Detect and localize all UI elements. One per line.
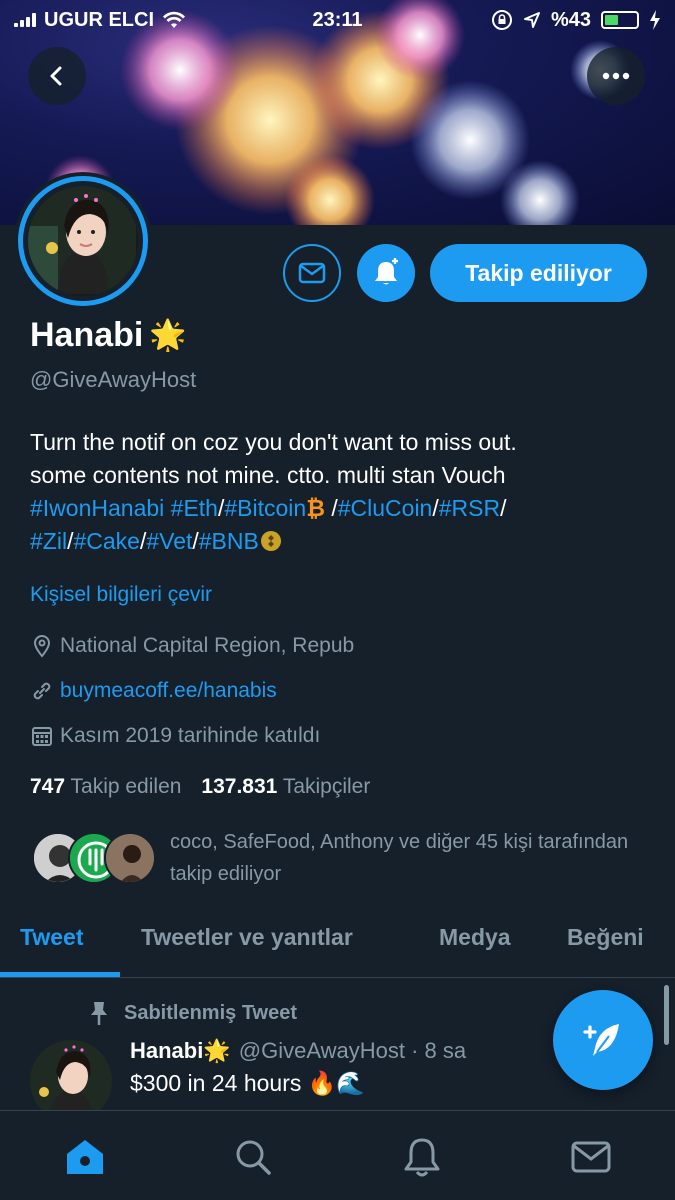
notifications-icon [404, 1138, 440, 1177]
hashtag-link[interactable]: #BNB [199, 528, 259, 554]
separator: / [500, 495, 507, 521]
location-arrow-icon [523, 12, 540, 28]
battery-icon [601, 11, 639, 29]
search-icon [236, 1140, 271, 1175]
calendar-icon [32, 727, 52, 746]
followers-count-link[interactable]: 137.831 Takipçiler [201, 775, 370, 799]
pinned-label-text: Sabitlenmiş Tweet [124, 1001, 298, 1024]
link-icon [33, 682, 51, 700]
home-icon [67, 1140, 103, 1174]
profile-handle: @GiveAwayHost [30, 367, 197, 392]
tweet-header: Hanabi🌟 @GiveAwayHost · 8 sa [130, 1038, 466, 1064]
tweet-handle-time: @GiveAwayHost · 8 sa [238, 1038, 467, 1063]
bio-line-1: Turn the notif on coz you don't want to … [30, 429, 517, 455]
bio-line-3: #IwonHanabi #Eth/#Bitcoin₿ /#CluCoin/#RS… [30, 492, 650, 525]
bio-line-4: #Zil/#Cake/#Vet/#BNB [30, 525, 650, 558]
compose-feather-icon [583, 1024, 619, 1056]
followers-label: Takipçiler [282, 775, 371, 798]
nav-notifications[interactable] [398, 1133, 446, 1181]
location-text: National Capital Region, Repub [60, 634, 355, 657]
avatar-photo [28, 186, 138, 296]
pinned-tweet-label: Sabitlenmiş Tweet [88, 1000, 297, 1026]
hashtag-link[interactable]: #RSR [439, 495, 500, 521]
following-button[interactable]: Takip ediliyor [430, 244, 647, 302]
profile-tabs: Tweet Tweetler ve yanıtlar Medya Beğeni [0, 910, 675, 978]
back-button[interactable] [28, 47, 86, 105]
tab-likes[interactable]: Beğeni [567, 910, 644, 978]
avatar-portrait-image [28, 186, 136, 294]
tab-tweets-and-replies[interactable]: Tweetler ve yanıtlar [141, 910, 353, 978]
glowing-star-emoji: 🌟 [149, 319, 187, 352]
nav-home[interactable] [61, 1133, 109, 1181]
signal-icon [14, 13, 36, 27]
charging-bolt-icon [650, 10, 660, 30]
nav-messages[interactable] [567, 1133, 615, 1181]
wifi-icon [163, 11, 185, 28]
hashtag-link[interactable]: #IwonHanabi [30, 495, 164, 521]
carrier-name: UGUR ELCI [44, 8, 154, 31]
following-count-link[interactable]: 747 Takip edilen [30, 775, 181, 799]
hashtag-link[interactable]: #Eth [171, 495, 218, 521]
profile-avatar[interactable] [14, 172, 152, 310]
profile-name-text: Hanabi [30, 316, 144, 354]
profile-name: Hanabi 🌟 [30, 316, 187, 355]
envelope-icon [298, 262, 326, 284]
active-tab-indicator [0, 972, 120, 977]
pin-icon [91, 1002, 107, 1025]
website-link[interactable]: buymeacoff.ee/hanabis [60, 679, 277, 703]
mutual-followers-avatars[interactable] [32, 832, 156, 888]
back-arrow-icon [50, 66, 62, 86]
hashtag-link[interactable]: #Zil [30, 528, 67, 554]
location-pin-icon [33, 634, 51, 658]
tweet-author-name[interactable]: Hanabi🌟 [130, 1038, 231, 1064]
tweet-text[interactable]: $300 in 24 hours 🔥🌊 [130, 1070, 365, 1097]
more-dots-icon [602, 72, 630, 80]
avatar [104, 832, 156, 884]
nav-search[interactable] [229, 1133, 277, 1181]
tweet-author-name-text: Hanabi [130, 1038, 204, 1063]
following-count: 747 [30, 775, 66, 798]
tab-tweets[interactable]: Tweet [20, 910, 83, 978]
more-button[interactable] [587, 47, 645, 105]
bnb-coin-icon [260, 531, 281, 551]
glowing-star-emoji: 🌟 [203, 1038, 231, 1063]
message-button[interactable] [283, 244, 341, 302]
status-bar: UGUR ELCI 23:11 %43 [0, 0, 675, 40]
followers-count: 137.831 [201, 775, 278, 798]
messages-icon [571, 1141, 611, 1173]
battery-percent: %43 [550, 8, 591, 31]
profile-bio: Turn the notif on coz you don't want to … [30, 426, 650, 558]
hashtag-link[interactable]: #CluCoin [338, 495, 433, 521]
hashtag-link[interactable]: #Vet [146, 528, 192, 554]
hashtag-link[interactable]: #Cake [73, 528, 139, 554]
compose-tweet-button[interactable] [553, 990, 653, 1090]
bell-plus-icon [375, 258, 398, 285]
bitcoin-emoji: ₿ [306, 495, 325, 521]
website-row: buymeacoff.ee/hanabis [30, 679, 277, 703]
tab-media[interactable]: Medya [439, 910, 511, 978]
battery-fill [605, 15, 618, 25]
location-row: National Capital Region, Repub [30, 634, 354, 658]
followed-by-text[interactable]: coco, SafeFood, Anthony ve diğer 45 kişi… [170, 826, 640, 890]
bio-line-2: some contents not mine. ctto. multi stan… [30, 462, 506, 488]
bottom-navigation [0, 1110, 675, 1200]
translate-bio-link[interactable]: Kişisel bilgileri çevir [30, 583, 212, 607]
orientation-lock-icon [491, 10, 512, 30]
joined-row: Kasım 2019 tarihinde katıldı [30, 724, 320, 748]
notifications-toggle-button[interactable] [357, 244, 415, 302]
following-label: Takip edilen [70, 775, 182, 798]
scrollbar[interactable] [664, 985, 669, 1045]
joined-text: Kasım 2019 tarihinde katıldı [60, 724, 321, 747]
follow-counts: 747 Takip edilen 137.831 Takipçiler [30, 775, 370, 799]
hashtag-link[interactable]: #Bitcoin [224, 495, 306, 521]
